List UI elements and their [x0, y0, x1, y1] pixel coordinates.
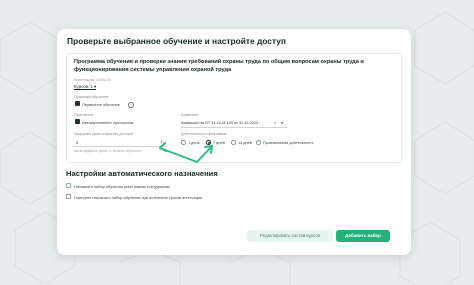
reassign-on-expiry-checkbox[interactable] [66, 194, 71, 199]
edit-courses-button[interactable]: Редактировать состав курсов [247, 230, 333, 242]
assign-new-employees-checkbox[interactable] [66, 183, 71, 188]
highlight-arrows [159, 142, 213, 163]
assign-new-employees-label: Назначать набор обучения всем новым сотр… [74, 183, 170, 189]
reassign-on-expiry-label: Повторно назначать набор обучения при ис… [74, 194, 203, 200]
auto-assign-title: Настройки автоматического назначения [66, 169, 218, 178]
add-set-button[interactable]: Добавить набор [336, 230, 390, 242]
